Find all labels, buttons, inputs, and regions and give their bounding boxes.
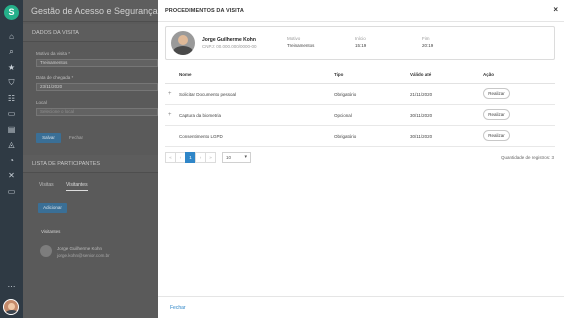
table-row: + Solicitar Documento pessoal Obrigatóri… bbox=[165, 84, 555, 105]
chevron-down-icon: ▾ bbox=[244, 154, 247, 160]
close-icon[interactable]: × bbox=[553, 5, 558, 14]
shield-icon[interactable]: ⛉ bbox=[0, 78, 23, 88]
app-logo[interactable]: S bbox=[4, 5, 19, 20]
reason-label: Motivo da visita * bbox=[36, 51, 71, 56]
perform-button[interactable]: Realizar bbox=[483, 109, 510, 120]
monitor-icon[interactable]: ▭ bbox=[0, 187, 23, 197]
expand-icon[interactable]: + bbox=[168, 112, 172, 118]
visitor-summary-card: Jorge Guilherme Kohn CNPJ: 00.000.000/00… bbox=[165, 26, 555, 60]
cell-type: Obrigatório bbox=[334, 134, 357, 139]
visitor-document: CNPJ: 00.000.000/0000-00 bbox=[202, 44, 257, 49]
bag-icon[interactable]: ◬ bbox=[0, 140, 23, 150]
page-title: Gestão de Acesso e Segurança bbox=[31, 6, 158, 16]
date-label: Data de chegada * bbox=[36, 75, 74, 80]
cell-valid: 30/11/2020 bbox=[410, 134, 433, 139]
expand-icon[interactable]: + bbox=[168, 91, 172, 97]
cancel-button[interactable]: Fechar bbox=[69, 135, 83, 140]
more-icon[interactable]: ⋯ bbox=[0, 282, 23, 292]
visitor-name: Jorge Guilherme Kohn bbox=[57, 246, 103, 251]
user-avatar[interactable] bbox=[3, 299, 19, 315]
cell-type: Opcional bbox=[334, 113, 352, 118]
visitor-name: Jorge Guilherme Kohn bbox=[202, 37, 256, 43]
modal-title: PROCEDIMENTOS DA VISITA bbox=[165, 8, 244, 14]
visitor-avatar bbox=[40, 245, 52, 257]
add-button[interactable]: Adicionar bbox=[38, 203, 67, 213]
visitor-email: jorge.kohn@senior.com.br bbox=[57, 253, 110, 258]
last-page-button[interactable]: » bbox=[205, 152, 216, 163]
save-button[interactable]: Salvar bbox=[36, 133, 61, 143]
tab-visitors[interactable]: Visitantes bbox=[66, 182, 88, 191]
table-row: + Captura da biometria Opcional 30/11/20… bbox=[165, 105, 555, 126]
home-icon[interactable]: ⌂ bbox=[0, 32, 23, 42]
header-action: Ação bbox=[483, 72, 495, 77]
building-icon[interactable]: ▤ bbox=[0, 125, 23, 135]
app-sidebar: S ⌂ ⌕ ★ ⛉ ☷ ▭ ▤ ◬ ◔ ✕ ▭ ⋯ bbox=[0, 0, 23, 318]
end-value: 20:19 bbox=[422, 43, 434, 48]
page-size-select[interactable]: 10 ▾ bbox=[222, 152, 251, 163]
perform-button[interactable]: Realizar bbox=[483, 130, 510, 141]
dashboard-icon[interactable]: ◔ bbox=[0, 156, 23, 166]
place-label: Local bbox=[36, 100, 47, 105]
start-label: Início bbox=[355, 36, 366, 41]
place-field[interactable]: Selecione o local bbox=[36, 108, 158, 116]
cell-name: Captura da biometria bbox=[179, 113, 222, 118]
page-header: Gestão de Acesso e Segurança bbox=[23, 0, 158, 22]
cell-name: Solicitar Documento pessoal bbox=[179, 92, 237, 97]
visit-procedures-modal: PROCEDIMENTOS DA VISITA × Jorge Guilherm… bbox=[158, 0, 564, 318]
reason-value: Treinamentos bbox=[287, 43, 315, 48]
cell-valid: 21/11/2020 bbox=[410, 92, 433, 97]
section-title: DADOS DA VISITA bbox=[32, 30, 79, 36]
group-icon[interactable]: ☷ bbox=[0, 94, 23, 104]
table-header: Nome Tipo Válido até Ação bbox=[165, 66, 555, 84]
visitors-title: Visitantes bbox=[41, 229, 61, 234]
cell-name: Consentimento LGPD bbox=[179, 134, 223, 139]
tab-visits[interactable]: Visitas bbox=[39, 182, 54, 188]
briefcase-icon[interactable]: ▭ bbox=[0, 109, 23, 119]
tools-icon[interactable]: ✕ bbox=[0, 171, 23, 181]
search-icon[interactable]: ⌕ bbox=[0, 47, 23, 57]
star-icon[interactable]: ★ bbox=[0, 63, 23, 73]
end-label: Fim bbox=[422, 36, 430, 41]
modal-footer: Fechar bbox=[158, 296, 564, 318]
reason-label: Motivo bbox=[287, 36, 301, 41]
visitor-avatar bbox=[171, 31, 195, 55]
header-valid[interactable]: Válido até bbox=[410, 72, 431, 77]
modal-header: PROCEDIMENTOS DA VISITA × bbox=[158, 0, 564, 22]
reason-field[interactable]: Treinamentos bbox=[36, 59, 158, 67]
close-button[interactable]: Fechar bbox=[170, 305, 186, 311]
section-visit-data: DADOS DA VISITA bbox=[23, 24, 158, 42]
page-size-value: 10 bbox=[226, 155, 232, 160]
perform-button[interactable]: Realizar bbox=[483, 88, 510, 99]
header-type[interactable]: Tipo bbox=[334, 72, 343, 77]
cell-valid: 30/11/2020 bbox=[410, 113, 433, 118]
date-field[interactable]: 23/11/2020 bbox=[36, 83, 158, 91]
start-value: 15:19 bbox=[355, 43, 367, 48]
table-row: Consentimento LGPD Obrigatório 30/11/202… bbox=[165, 126, 555, 147]
cell-type: Obrigatório bbox=[334, 92, 357, 97]
header-name[interactable]: Nome bbox=[179, 72, 192, 77]
section-participants: LISTA DE PARTICIPANTES bbox=[23, 155, 158, 173]
records-count: Quantidade de registros: 3 bbox=[500, 155, 554, 160]
background-page: Gestão de Acesso e Segurança DADOS DA VI… bbox=[23, 0, 158, 318]
section-title: LISTA DE PARTICIPANTES bbox=[32, 161, 101, 167]
